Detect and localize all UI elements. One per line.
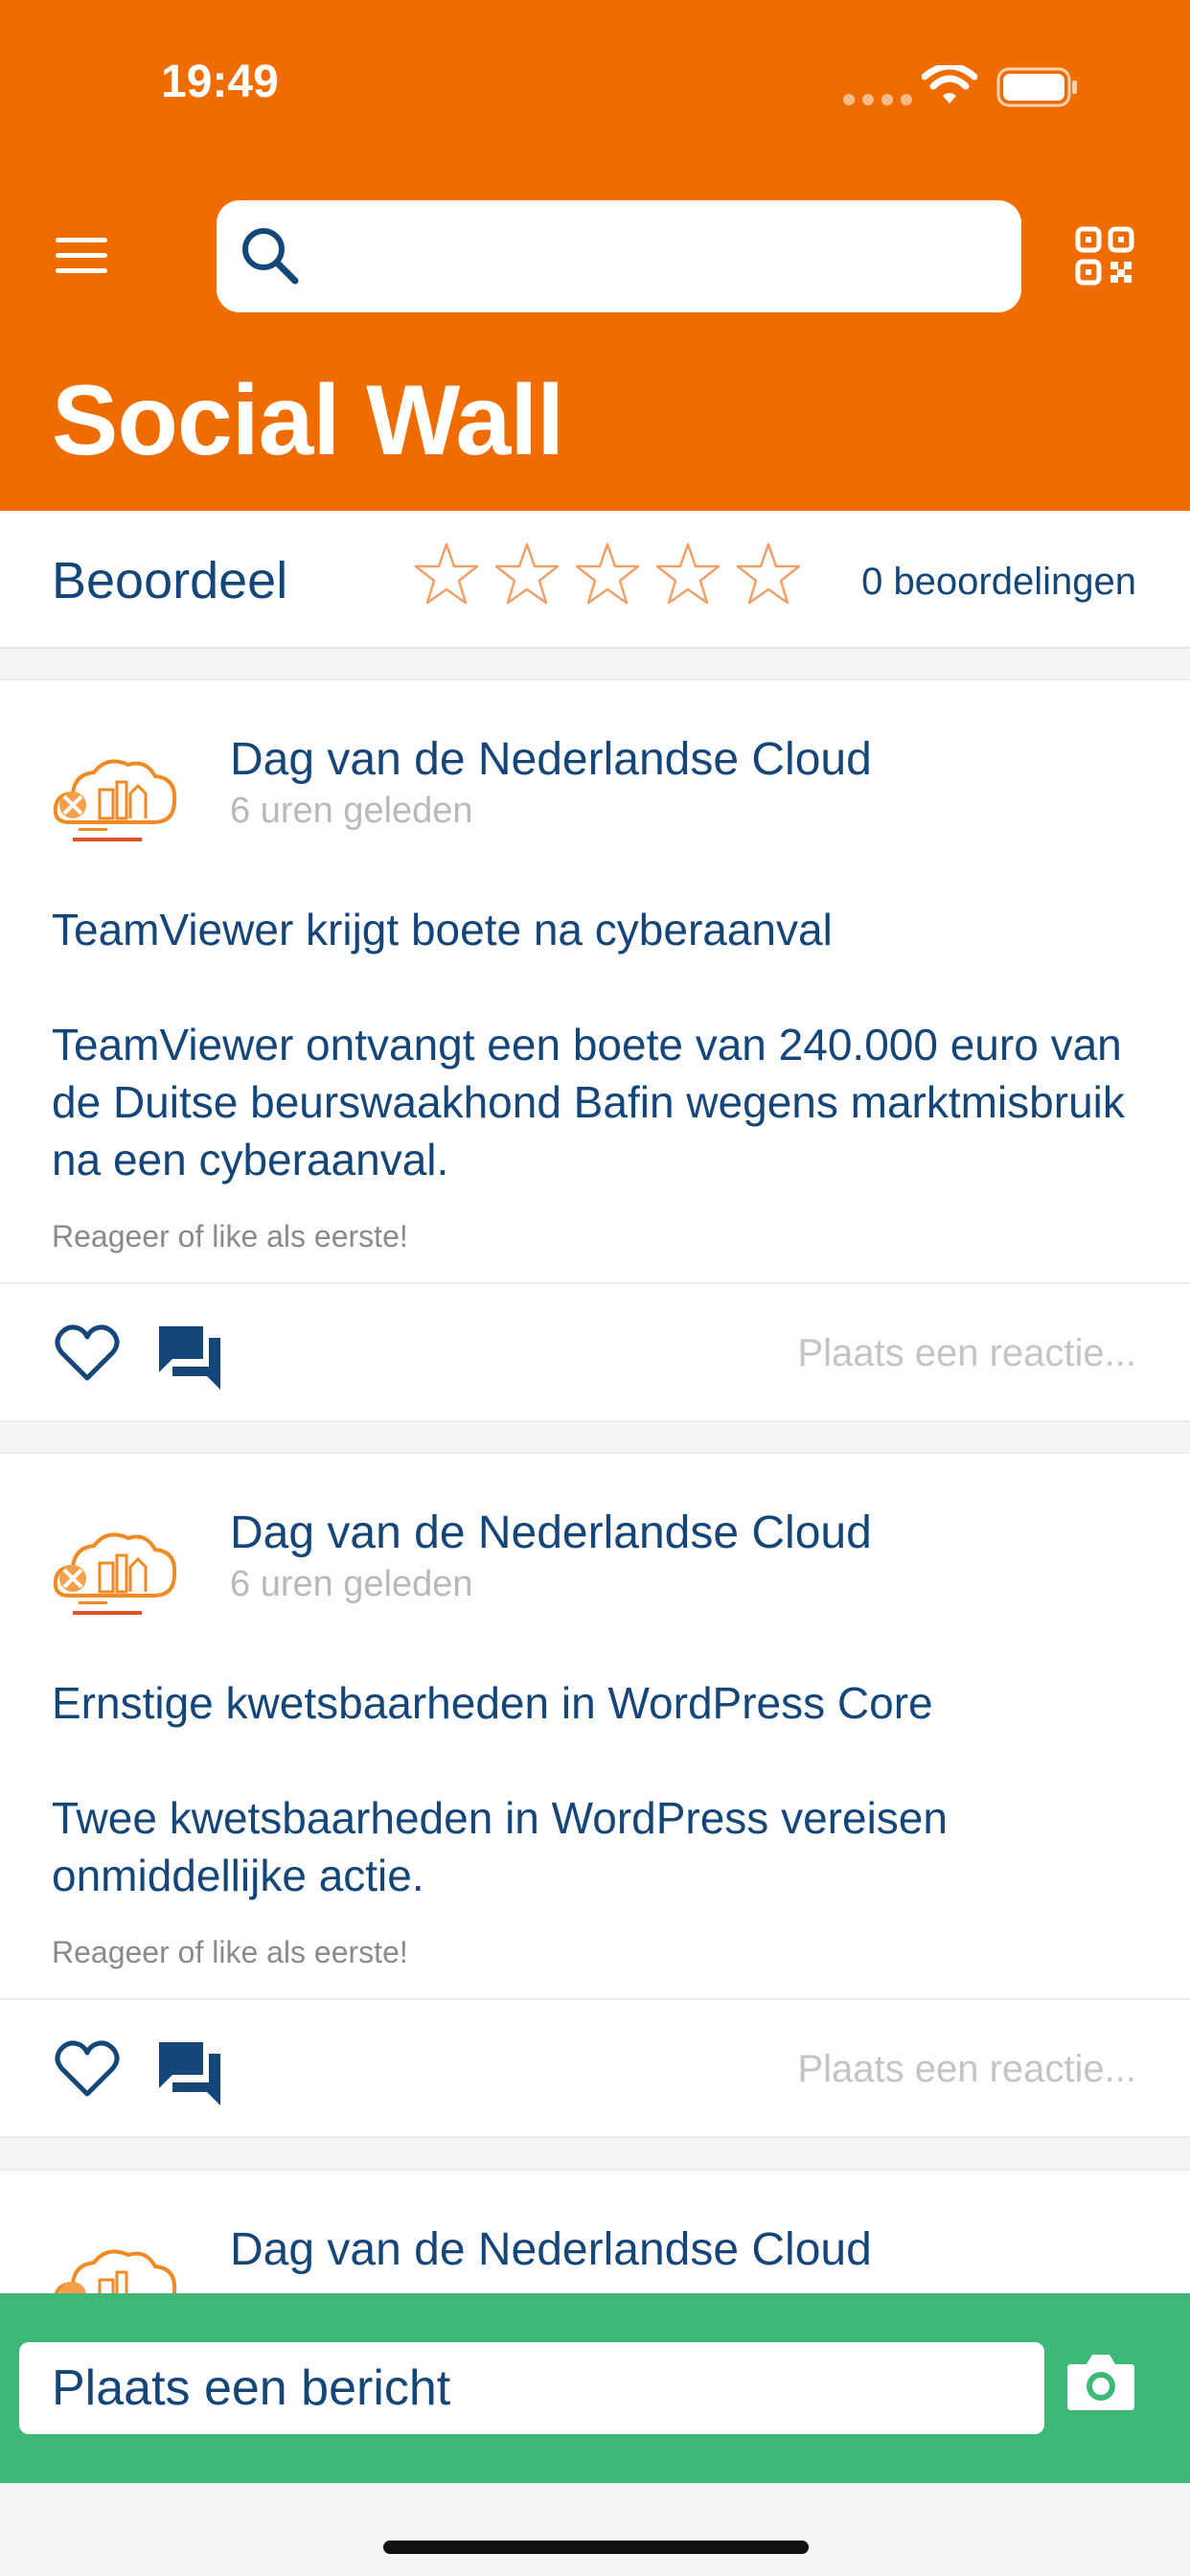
post-timestamp: 6 uren geleden: [230, 791, 473, 831]
post-body: TeamViewer krijgt boete na cyberaanval T…: [52, 905, 1125, 1184]
post-author[interactable]: Dag van de Nederlandse Cloud: [230, 733, 872, 786]
star-outline-icon[interactable]: [653, 540, 722, 609]
heart-outline-icon[interactable]: [54, 2038, 121, 2100]
star-outline-icon[interactable]: [573, 540, 642, 609]
bottom-safe-area: [0, 2483, 1190, 2576]
post-card: Dag van de Nederlandse Cloud 6 uren gele…: [0, 678, 1190, 1422]
post-timestamp: 6 uren geleden: [230, 1564, 473, 1604]
new-post-input[interactable]: [19, 2342, 1044, 2434]
wifi-icon: [922, 65, 977, 104]
page-title: Social Wall: [52, 365, 564, 476]
heart-outline-icon[interactable]: [54, 1322, 121, 1384]
comment-link[interactable]: Plaats een reactie...: [797, 2048, 1136, 2091]
cellular-signal-icon: [843, 94, 912, 105]
menu-icon[interactable]: [56, 236, 107, 276]
home-indicator[interactable]: [383, 2541, 809, 2554]
post-engagement-hint: Reageer of like als eerste!: [52, 1935, 408, 1969]
comment-link[interactable]: Plaats een reactie...: [797, 1332, 1136, 1375]
post-composer: [0, 2293, 1190, 2483]
post-actions: Plaats een reactie...: [0, 1998, 1190, 2138]
app-header: 19:49 Social Wall: [0, 0, 1190, 511]
post-engagement-hint: Reageer of like als eerste!: [52, 1219, 408, 1254]
battery-icon: [996, 67, 1077, 107]
status-time: 19:49: [161, 57, 279, 107]
rating-row: Beoordeel 0 beoordelingen: [0, 511, 1190, 649]
camera-icon[interactable]: [1065, 2351, 1136, 2412]
search-input[interactable]: [217, 200, 1021, 312]
qr-code-icon[interactable]: [1075, 226, 1134, 286]
post-body: Ernstige kwetsbaarheden in WordPress Cor…: [52, 1678, 948, 1900]
cloud-logo-avatar: [53, 759, 177, 841]
search-icon: [242, 228, 299, 285]
post-card: Dag van de Nederlandse Cloud 6 uren gele…: [0, 1452, 1190, 2138]
rating-label: Beoordeel: [52, 552, 288, 610]
chat-bubbles-icon[interactable]: [155, 2038, 224, 2105]
rating-count: 0 beoordelingen: [861, 561, 1136, 603]
star-outline-icon[interactable]: [734, 540, 803, 609]
post-actions: Plaats een reactie...: [0, 1282, 1190, 1422]
star-rating[interactable]: [412, 540, 803, 609]
app-root: 19:49 Social Wall Beoordeel 0 beoordelin…: [0, 0, 1190, 2576]
star-outline-icon[interactable]: [412, 540, 481, 609]
chat-bubbles-icon[interactable]: [155, 1322, 224, 1390]
cloud-logo-avatar: [53, 1532, 177, 1615]
star-outline-icon[interactable]: [492, 540, 561, 609]
post-author[interactable]: Dag van de Nederlandse Cloud: [230, 2223, 872, 2276]
post-author[interactable]: Dag van de Nederlandse Cloud: [230, 1506, 872, 1559]
